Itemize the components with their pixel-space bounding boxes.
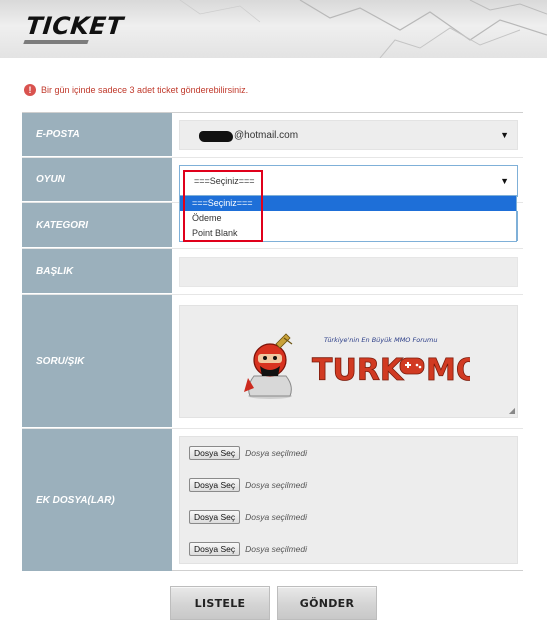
file-input-row: Dosya Seç Dosya seçilmedi — [189, 542, 307, 556]
subject-row: BAŞLIK — [22, 249, 523, 295]
game-label: OYUN — [22, 158, 172, 202]
question-textarea[interactable]: Türkiye'nin En Büyük MMO Forumu TURK MO … — [179, 305, 518, 418]
email-row: E-POSTA @hotmail.com ▼ — [22, 113, 523, 158]
email-label: E-POSTA — [22, 113, 172, 157]
file-status: Dosya seçilmedi — [245, 448, 307, 458]
file-status: Dosya seçilmedi — [245, 480, 307, 490]
file-status: Dosya seçilmedi — [245, 512, 307, 522]
attachments-panel: Dosya Seç Dosya seçilmedi Dosya Seç Dosy… — [179, 436, 518, 564]
email-select[interactable]: @hotmail.com ▼ — [179, 120, 518, 150]
question-row: SORU/ŞIK Türkiye'nin En Büyük MMO Forumu — [22, 295, 523, 429]
choose-file-button[interactable]: Dosya Seç — [189, 510, 241, 524]
resize-handle-icon[interactable]: ◢ — [509, 406, 515, 415]
logo-brand-right: MO — [426, 353, 470, 388]
file-input-row: Dosya Seç Dosya seçilmedi — [189, 478, 307, 492]
annotation-highlight-box — [183, 170, 263, 242]
choose-file-button[interactable]: Dosya Seç — [189, 542, 241, 556]
file-status: Dosya seçilmedi — [245, 544, 307, 554]
send-button[interactable]: GÖNDER — [277, 586, 377, 620]
dropdown-arrow-icon: ▼ — [500, 176, 509, 186]
attachments-row: EK DOSYA(LAR) Dosya Seç Dosya seçilmedi … — [22, 429, 523, 572]
attachments-label: EK DOSYA(LAR) — [22, 429, 172, 572]
list-button[interactable]: LISTELE — [170, 586, 270, 620]
category-label: KATEGORI — [22, 203, 172, 248]
subject-label: BAŞLIK — [22, 249, 172, 294]
question-label: SORU/ŞIK — [22, 295, 172, 428]
exclamation-icon: ! — [24, 84, 36, 96]
page-title: TICKET — [24, 12, 125, 40]
logo-brand-left: TURK — [312, 353, 405, 388]
gamepad-icon — [399, 357, 425, 375]
choose-file-button[interactable]: Dosya Seç — [189, 446, 241, 460]
turkmmo-logo: Türkiye'nin En Büyük MMO Forumu TURK MO — [244, 333, 470, 399]
subject-input[interactable] — [179, 257, 518, 287]
choose-file-button[interactable]: Dosya Seç — [189, 478, 241, 492]
dropdown-arrow-icon: ▼ — [500, 130, 509, 140]
logo-tagline: Türkiye'nin En Büyük MMO Forumu — [324, 336, 437, 344]
email-value: @hotmail.com — [234, 130, 299, 141]
ticket-form: E-POSTA @hotmail.com ▼ OYUN ===Seçiniz==… — [22, 112, 523, 572]
title-brush-stroke — [23, 40, 89, 44]
daily-limit-notice: ! Bir gün içinde sadece 3 adet ticket gö… — [24, 83, 248, 97]
notice-text: Bir gün içinde sadece 3 adet ticket gönd… — [41, 85, 249, 95]
file-input-row: Dosya Seç Dosya seçilmedi — [189, 510, 307, 524]
redacted-email-mark — [199, 131, 233, 142]
page-header: TICKET — [0, 0, 547, 58]
file-input-row: Dosya Seç Dosya seçilmedi — [189, 446, 307, 460]
